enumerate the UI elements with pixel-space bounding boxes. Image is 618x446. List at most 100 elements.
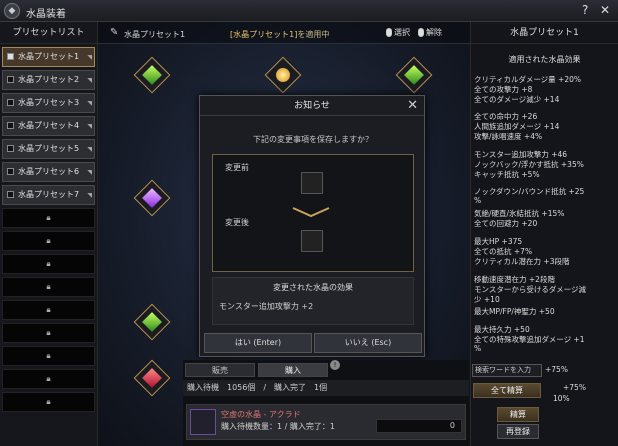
preset-label: 水晶プリセット3	[18, 98, 80, 107]
lock-icon: 🔒︎	[46, 397, 51, 406]
after-label: 変更後	[225, 218, 249, 227]
tab-buy[interactable]: 購入	[258, 363, 328, 377]
reregister-button[interactable]: 再登録	[497, 424, 539, 439]
preset-checkbox[interactable]	[7, 145, 14, 152]
dialog-question: 下記の変更事項を保存しますか？	[253, 135, 373, 144]
purple-crystal-icon	[190, 409, 216, 435]
preset-label: 水晶プリセット1	[18, 52, 80, 61]
corner-icon: ◥	[87, 77, 92, 84]
purchase-item-row[interactable]: 空虚の水晶 - アクラド 購入待機数量：1 / 購入完了：1 0	[186, 404, 466, 440]
changed-effect-box: 変更された水晶の効果 モンスター追加攻撃力 +2	[212, 277, 414, 325]
preset-list: 水晶プリセット1 ◥ 水晶プリセット2 ◥ 水晶プリセット3 ◥ 水晶プリセット4 ◥ 水晶プリ…	[0, 47, 97, 205]
preset-item[interactable]: 水晶プリセット1 ◥	[2, 47, 95, 67]
no-button[interactable]: いいえ (Esc)	[314, 333, 422, 353]
corner-icon: ◥	[87, 169, 92, 176]
effect-line: 攻撃/詠唱速度 +4%	[474, 132, 543, 141]
lock-icon: 🔒︎	[46, 259, 51, 268]
select-hint: 選択	[386, 27, 410, 38]
mouse-right-icon	[418, 28, 424, 37]
corner-icon: ◥	[87, 146, 92, 153]
effect-line: %	[474, 196, 482, 205]
tab-sell[interactable]: 販売	[185, 363, 255, 377]
changed-effect-title: 変更された水晶の効果	[273, 283, 353, 292]
dialog-close-icon[interactable]: ✕	[407, 96, 418, 116]
current-preset-name: 水晶プリセット1	[124, 30, 186, 39]
crystal-logo-icon: ◆	[4, 3, 20, 19]
before-label: 変更前	[225, 163, 249, 172]
after-crystal-icon	[301, 230, 323, 252]
change-comparison-box: 変更前 変更後	[212, 154, 414, 272]
lock-icon: 🔒︎	[46, 351, 51, 360]
item-count-field[interactable]: 0	[376, 419, 462, 433]
release-hint-label: 解除	[426, 28, 442, 37]
preset-item[interactable]: 水晶プリセット7 ◥	[2, 185, 95, 205]
dialog-title: お知らせ ✕	[200, 96, 424, 116]
locked-preset-slot: 🔒︎	[2, 254, 95, 274]
settle-all-button[interactable]: 全て精算	[473, 383, 541, 398]
effect-line: 全ての回避力 +20	[474, 219, 538, 228]
lock-icon: 🔒︎	[46, 305, 51, 314]
before-crystal-icon	[301, 172, 323, 194]
locked-preset-slot: 🔒︎	[2, 392, 95, 412]
preset-item[interactable]: 水晶プリセット3 ◥	[2, 93, 95, 113]
preset-item[interactable]: 水晶プリセット4 ◥	[2, 116, 95, 136]
locked-preset-slot: 🔒︎	[2, 231, 95, 251]
effect-percent: +75%	[545, 365, 568, 374]
chevron-down-icon	[292, 207, 330, 218]
applied-effects-panel: 水晶プリセット1 適用された水晶効果 クリティカルダメージ量 +20% 全ての攻撃…	[470, 22, 618, 446]
item-name: 空虚の水晶 - アクラド	[221, 410, 301, 419]
close-button[interactable]: ✕	[600, 3, 610, 17]
changed-effect-line: モンスター追加攻撃力 +2	[219, 302, 314, 311]
settle-button[interactable]: 精算	[497, 407, 539, 422]
green-crystal-icon[interactable]	[141, 64, 163, 86]
pen-icon[interactable]: ✎	[110, 27, 118, 38]
effect-line: 最大MP/FP/神聖力 +50	[474, 307, 555, 316]
board-header: ✎ 水晶プリセット1 [水晶プリセット1]を適用中 選択 解除	[98, 22, 470, 44]
purchase-wait-summary: 購入待機 1056個 / 購入完了 1個	[183, 380, 469, 396]
preset-item[interactable]: 水晶プリセット5 ◥	[2, 139, 95, 159]
lock-icon: 🔒︎	[46, 328, 51, 337]
preset-label: 水晶プリセット7	[18, 190, 80, 199]
applied-status: [水晶プリセット1]を適用中	[230, 29, 329, 40]
preset-item[interactable]: 水晶プリセット2 ◥	[2, 70, 95, 90]
locked-preset-slot: 🔒︎	[2, 208, 95, 228]
yes-button[interactable]: はい (Enter)	[204, 333, 312, 353]
preset-label: 水晶プリセット2	[18, 75, 80, 84]
preset-checkbox[interactable]	[7, 99, 14, 106]
preset-item[interactable]: 水晶プリセット6 ◥	[2, 162, 95, 182]
locked-preset-slot: 🔒︎	[2, 369, 95, 389]
effects-subheader: 適用された水晶効果	[508, 55, 581, 64]
locked-preset-slot: 🔒︎	[2, 346, 95, 366]
crystal-equip-window: ◆ 水晶装着 ? ✕ プリセットリスト 水晶プリセット1 ◥ 水晶プリセット2 ◥ 水晶…	[0, 0, 618, 446]
purple-crystal-icon[interactable]	[141, 187, 163, 209]
locked-preset-slot: 🔒︎	[2, 300, 95, 320]
preset-checkbox[interactable]	[7, 122, 14, 129]
lock-icon: 🔒︎	[46, 213, 51, 222]
effect-line: キャッチ抵抗 +5%	[474, 170, 540, 179]
title-bar: ◆ 水晶装着 ? ✕	[0, 0, 618, 22]
preset-checkbox[interactable]	[7, 53, 14, 60]
corner-icon: ◥	[87, 192, 92, 199]
effect-line: クリティカル潜在力 +3段階	[474, 257, 570, 266]
effect-line: 少 +10	[474, 295, 500, 304]
green-crystal-icon[interactable]	[403, 64, 425, 86]
effect-line: 全てのダメージ減少 +14	[474, 95, 560, 104]
locked-preset-slot: 🔒︎	[2, 277, 95, 297]
locked-slot-list: 🔒︎ 🔒︎ 🔒︎ 🔒︎ 🔒︎ 🔒︎ 🔒︎ 🔒︎ 🔒︎	[0, 208, 97, 412]
search-input[interactable]: 検索ワードを入力	[472, 364, 542, 377]
release-hint: 解除	[418, 27, 442, 38]
select-hint-label: 選択	[394, 28, 410, 37]
help-button[interactable]: ?	[582, 3, 588, 17]
red-crystal-icon[interactable]	[141, 367, 163, 389]
green-crystal-icon[interactable]	[141, 311, 163, 333]
locked-preset-slot: 🔒︎	[2, 323, 95, 343]
corner-icon: ◥	[87, 123, 92, 130]
preset-checkbox[interactable]	[7, 76, 14, 83]
preset-checkbox[interactable]	[7, 191, 14, 198]
preset-checkbox[interactable]	[7, 168, 14, 175]
gold-crystal-icon[interactable]	[272, 64, 294, 86]
item-quantity: 購入待機数量：1 / 購入完了：1	[221, 422, 335, 431]
effect-line: ノックダウン/バウンド抵抗 +25	[474, 187, 585, 196]
notice-badge-icon: !	[330, 360, 340, 370]
corner-icon: ◥	[87, 54, 92, 61]
